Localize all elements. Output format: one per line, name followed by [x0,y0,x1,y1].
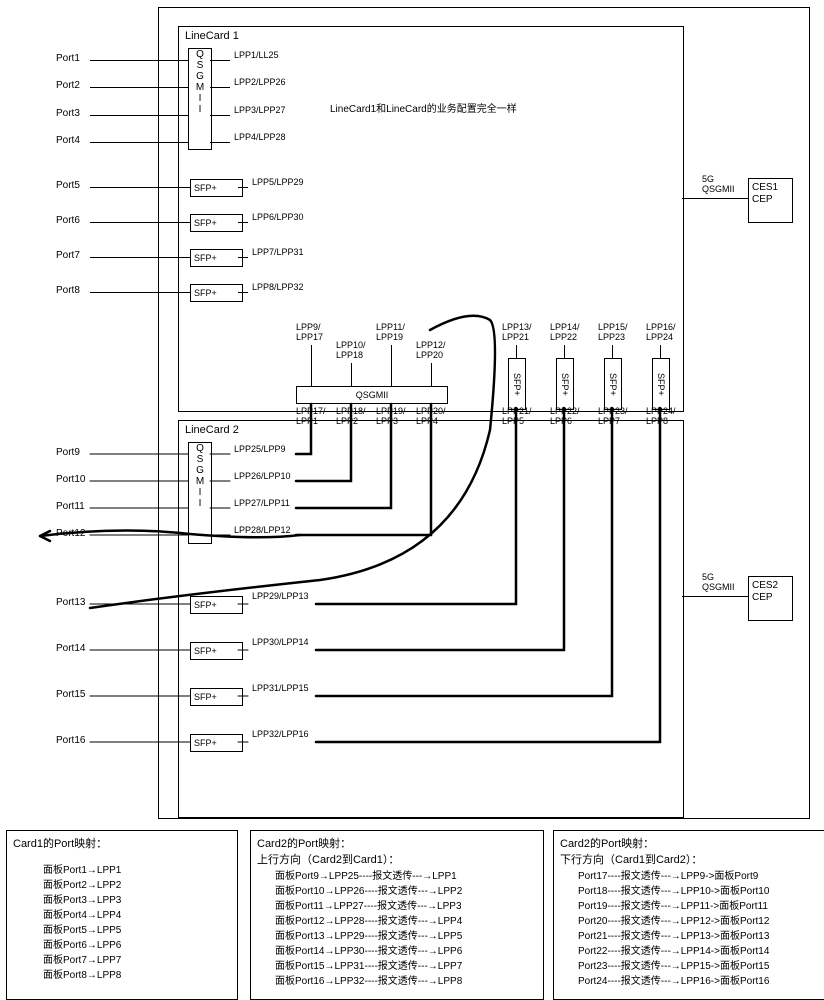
table-card1: Card1的Port映射： 面板Port1→LPP1 面板Port2→LPP2 … [6,830,238,1000]
table-card2-down: Card2的Port映射： 下行方向（Card1到Card2）： Port17-… [553,830,824,1000]
wiring-overlay [0,0,824,820]
t1-hdr: Card1的Port映射： [13,835,231,851]
t2-hdr: Card2的Port映射： [257,835,537,851]
t3-sub: 下行方向（Card1到Card2）： [560,851,823,867]
t3-hdr: Card2的Port映射： [560,835,823,851]
t2-sub: 上行方向（Card2到Card1）： [257,851,537,867]
table-card2-up: Card2的Port映射： 上行方向（Card2到Card1）： 面板Port9… [250,830,544,1000]
